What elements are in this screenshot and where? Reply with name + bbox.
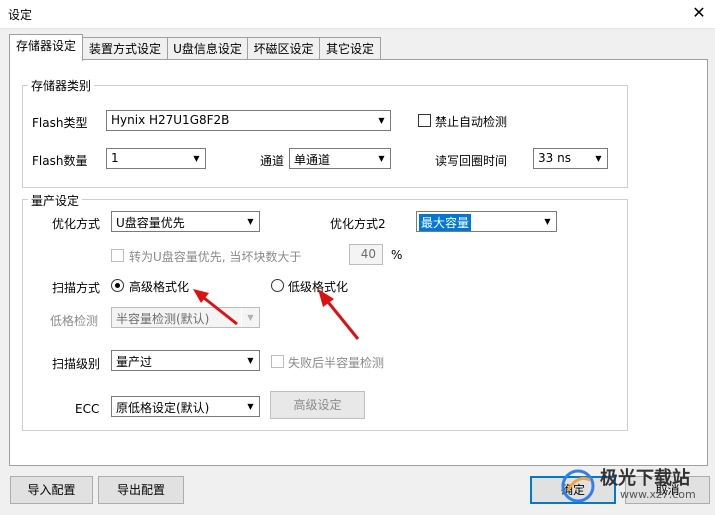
storage-group-title: 存储器类别 [28, 77, 95, 94]
advanced-settings-button[interactable]: 高级设定 [270, 391, 365, 419]
chevron-down-icon: ▼ [241, 397, 259, 416]
tab-install-mode[interactable]: 装置方式设定 [82, 37, 168, 60]
flash-count-label: Flash数量 [32, 154, 88, 168]
scan-level-label: 扫描级别 [52, 357, 101, 371]
chevron-down-icon: ▼ [372, 111, 390, 130]
chevron-down-icon: ▼ [187, 149, 205, 168]
convert-checkbox[interactable] [111, 249, 124, 262]
production-group-title: 量产设定 [28, 192, 83, 209]
low-check-label: 低格检测 [50, 314, 99, 328]
high-format-radio[interactable] [111, 279, 124, 292]
flash-count-select[interactable]: 1 ▼ [106, 148, 206, 169]
rw-timing-select[interactable]: 33 ns ▼ [533, 148, 608, 169]
ecc-label: ECC [75, 402, 100, 416]
convert-label: 转为U盘容量优先, 当坏块数大于 [129, 250, 302, 264]
tab-other[interactable]: 其它设定 [319, 37, 381, 60]
close-icon[interactable]: ✕ [688, 2, 710, 24]
storage-group [22, 85, 628, 188]
percent-label: % [391, 248, 403, 262]
tab-udisk-info[interactable]: U盘信息设定 [167, 37, 248, 60]
annotation-arrow-low [318, 289, 360, 340]
rw-timing-label: 读写回圈时间 [435, 154, 508, 168]
bad-block-threshold-input[interactable]: 40 [349, 244, 383, 265]
opt-mode-select[interactable]: U盘容量优先 ▼ [111, 211, 260, 232]
opt-mode2-label: 优化方式2 [330, 217, 386, 231]
chevron-down-icon: ▼ [372, 149, 390, 168]
low-format-radio[interactable] [271, 279, 284, 292]
annotation-arrow-high [193, 289, 238, 326]
opt-mode2-select[interactable]: 最大容量 ▼ [416, 211, 557, 232]
channel-select[interactable]: 单通道 ▼ [289, 148, 391, 169]
chevron-down-icon: ▼ [241, 212, 259, 231]
window-title: 设定 [8, 8, 33, 22]
tab-bad-block[interactable]: 坏磁区设定 [247, 37, 320, 60]
chevron-down-icon: ▼ [589, 149, 607, 168]
channel-label: 通道 [260, 154, 285, 168]
ecc-select[interactable]: 原低格设定(默认) ▼ [111, 396, 260, 417]
flash-type-label: Flash类型 [32, 116, 88, 130]
tab-storage[interactable]: 存储器设定 [9, 34, 83, 61]
disable-auto-detect-checkbox[interactable] [418, 114, 431, 127]
scan-method-label: 扫描方式 [52, 281, 101, 295]
disable-auto-detect-label: 禁止自动检测 [435, 115, 508, 129]
chevron-down-icon: ▼ [538, 212, 556, 231]
export-config-button[interactable]: 导出配置 [98, 476, 184, 504]
half-cap-label: 失败后半容量检测 [288, 356, 385, 370]
watermark-icon [561, 469, 595, 503]
high-format-label: 高级格式化 [129, 280, 190, 294]
import-config-button[interactable]: 导入配置 [10, 476, 93, 504]
half-cap-checkbox[interactable] [271, 355, 284, 368]
flash-type-select[interactable]: Hynix H27U1G8F2B ▼ [106, 110, 391, 131]
scan-level-select[interactable]: 量产过 ▼ [111, 350, 260, 371]
tab-panel: 存储器类别 Flash类型 Hynix H27U1G8F2B ▼ 禁止自动检测 … [9, 59, 708, 466]
opt-mode-label: 优化方式 [52, 217, 101, 231]
title-bar [0, 0, 715, 29]
watermark-logo: 极光下载站 www.xz7.com [560, 462, 710, 512]
chevron-down-icon: ▼ [241, 351, 259, 370]
